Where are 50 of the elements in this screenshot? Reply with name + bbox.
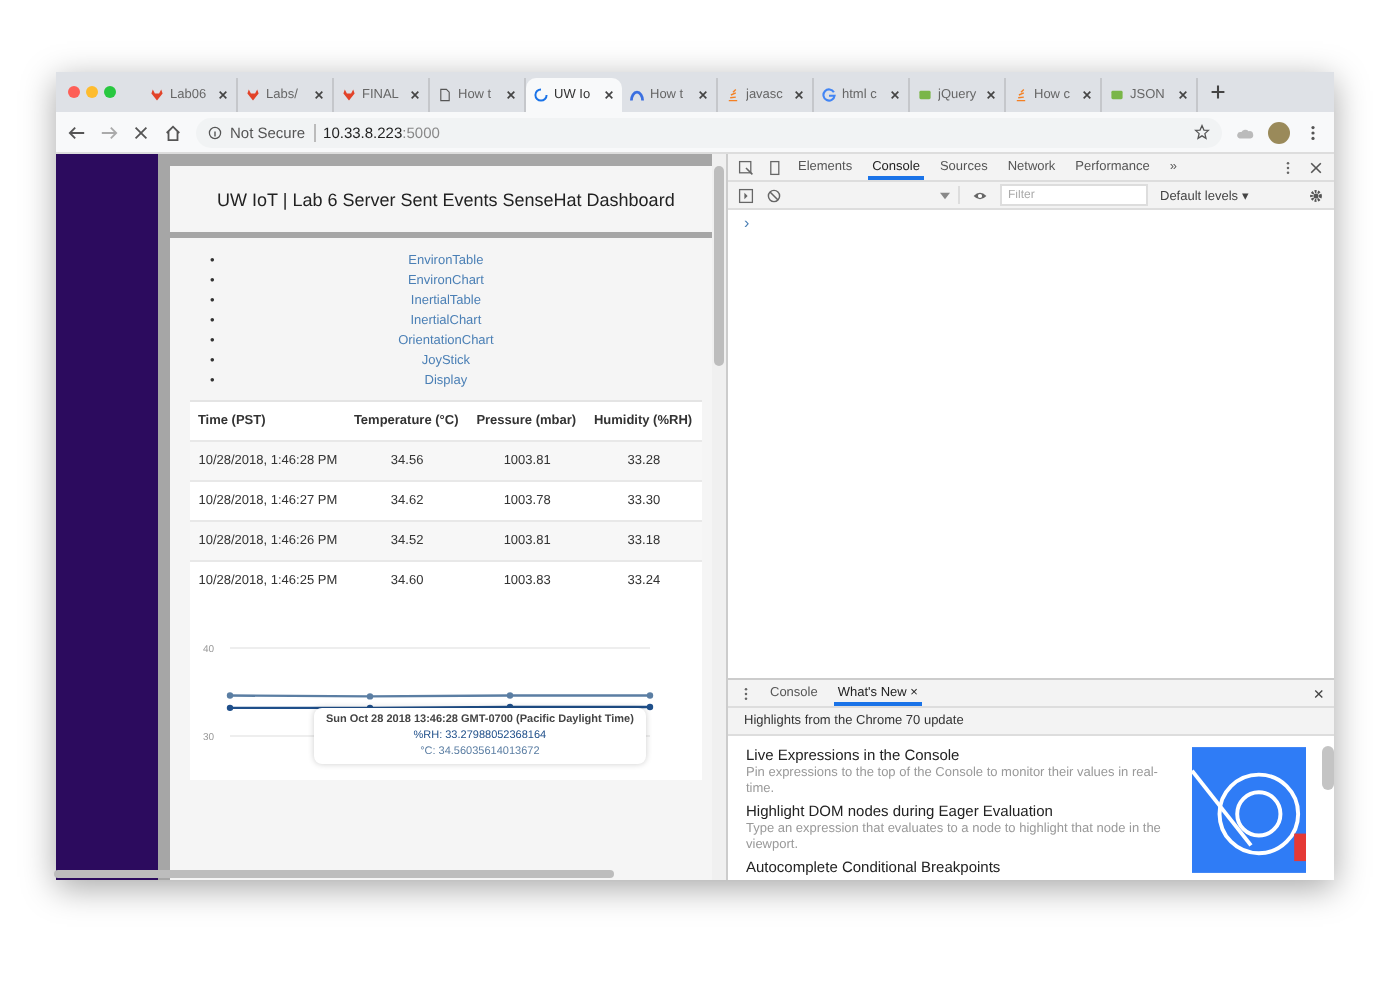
close-icon[interactable] <box>1308 159 1324 175</box>
close-tab-icon[interactable] <box>314 90 324 100</box>
box-icon <box>1110 88 1124 102</box>
stack-icon <box>1014 88 1028 102</box>
scrollbar-thumb[interactable] <box>714 166 724 366</box>
avatar[interactable] <box>1268 121 1290 143</box>
data-point <box>366 693 374 700</box>
star-icon[interactable] <box>1194 124 1210 140</box>
close-tab-icon[interactable] <box>986 90 996 100</box>
settings-icon[interactable] <box>1308 187 1324 203</box>
inspect-icon[interactable] <box>738 159 754 175</box>
data-point <box>226 704 234 712</box>
close-tab-icon[interactable] <box>698 90 708 100</box>
close-tab-icon[interactable] <box>506 90 516 100</box>
close-tab-icon[interactable] <box>1178 90 1188 100</box>
close-drawer-button[interactable]: × <box>1313 683 1324 703</box>
fox-icon <box>150 88 164 102</box>
page-icon <box>438 88 452 102</box>
box-icon <box>918 88 932 102</box>
fox-icon <box>342 88 356 102</box>
new-tab-icon[interactable] <box>1210 84 1226 100</box>
data-point <box>506 692 514 699</box>
close-tab-icon[interactable] <box>794 90 804 100</box>
back-arrow-icon[interactable] <box>68 123 86 141</box>
loading-spinner-icon <box>534 88 548 102</box>
stack-icon <box>726 88 740 102</box>
data-point <box>646 703 654 711</box>
console-prompt: › <box>744 214 750 232</box>
scrollbar-thumb[interactable] <box>53 870 614 878</box>
data-point <box>226 692 234 699</box>
info-icon <box>208 125 222 139</box>
device-icon[interactable] <box>766 159 782 175</box>
fox-icon <box>246 88 260 102</box>
chrome-update-graphic <box>1192 746 1306 874</box>
caret-icon <box>940 191 950 199</box>
stop-icon[interactable] <box>132 123 150 141</box>
clear-icon[interactable] <box>766 187 782 203</box>
arch-icon <box>630 88 644 102</box>
close-tab-icon[interactable] <box>218 90 228 100</box>
close-tab-icon[interactable] <box>890 90 900 100</box>
close-tab-icon[interactable] <box>604 90 614 100</box>
close-tab-icon[interactable] <box>1082 90 1092 100</box>
google-icon <box>822 88 836 102</box>
sidebar-toggle-icon[interactable] <box>738 187 754 203</box>
dashboard-title: UW IoT | Lab 6 Server Sent Events SenseHat Dashboard <box>217 189 675 209</box>
scrollbar-thumb[interactable] <box>1322 746 1334 790</box>
home-icon[interactable] <box>164 123 182 141</box>
close-tab-icon[interactable] <box>410 90 420 100</box>
eye-icon[interactable] <box>972 187 988 203</box>
data-point <box>646 692 654 699</box>
